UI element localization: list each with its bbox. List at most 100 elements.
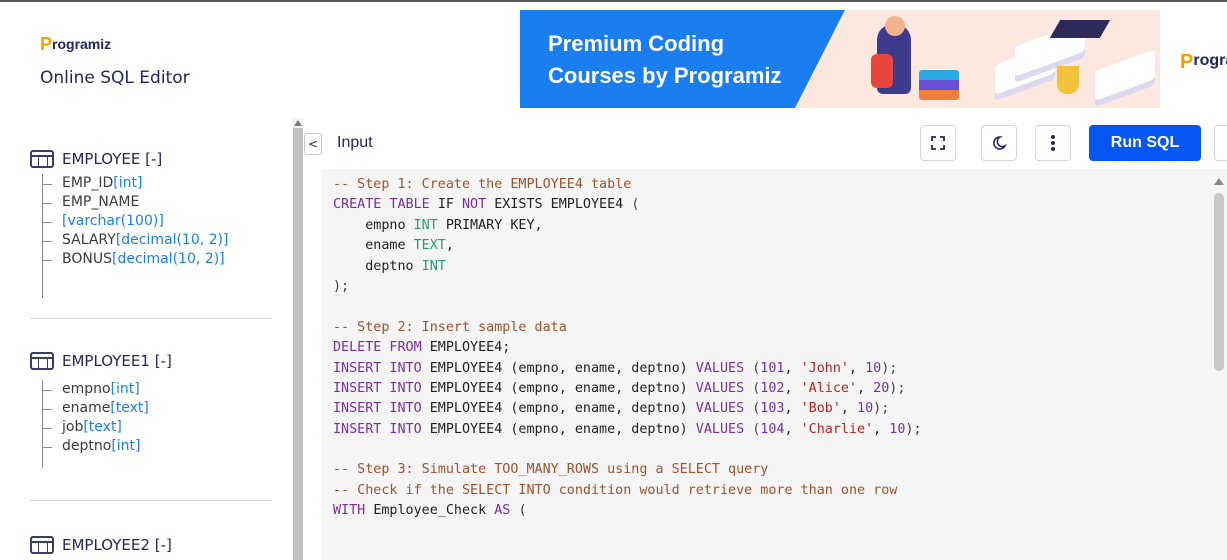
code-line[interactable]: INSERT INTO EMPLOYEE4 (empno, ename, dep…: [333, 379, 922, 399]
table-name: EMPLOYEE2 [-]: [62, 536, 172, 554]
top-border: [0, 0, 1227, 2]
code-line[interactable]: WITH Employee_Check AS (: [333, 501, 922, 521]
sidebar-scrollbar-thumb[interactable]: [293, 128, 303, 560]
code-token: VALUES: [695, 401, 753, 417]
code-editor[interactable]: -- Step 1: Create the EMPLOYEE4 table CRE…: [322, 169, 1212, 560]
column-item: BONUS[decimal(10, 2)]: [42, 250, 228, 269]
code-token: -- Check if the SELECT INTO condition wo…: [333, 482, 898, 498]
code-token: );: [881, 360, 898, 376]
editor-scrollbar-thumb[interactable]: [1214, 193, 1224, 371]
code-token: ,: [784, 401, 801, 417]
table-icon: [30, 150, 54, 168]
code-line[interactable]: [333, 440, 922, 460]
code-line[interactable]: -- Step 2: Insert sample data: [333, 318, 922, 338]
code-token: INSERT INTO: [333, 401, 430, 417]
code-token: -- Step 3: Simulate TOO_MANY_ROWS using …: [333, 462, 769, 478]
code-token: TEXT: [413, 238, 446, 254]
code-token: deptno: [333, 258, 422, 274]
code-token: (: [518, 503, 527, 519]
code-token: ,: [840, 401, 858, 417]
table-icon: [30, 352, 54, 370]
table-name: EMPLOYEE1 [-]: [62, 352, 172, 370]
dark-mode-button[interactable]: [981, 125, 1017, 161]
code-token: 10: [865, 360, 882, 376]
code-line[interactable]: -- Check if the SELECT INTO condition wo…: [333, 481, 922, 501]
column-item: EMP_NAME: [42, 193, 228, 212]
schema-sidebar: EMPLOYEE [-] EMP_ID[int] EMP_NAME [varch…: [0, 118, 293, 560]
section-divider: [30, 318, 272, 319]
code-line[interactable]: CREATE TABLE IF NOT EXISTS EMPLOYEE4 (: [333, 195, 922, 215]
column-item: ename[text]: [42, 399, 172, 418]
code-token: ,: [784, 421, 801, 437]
trophy-icon: [1057, 66, 1079, 94]
code-line[interactable]: -- Step 3: Simulate TOO_MANY_ROWS using …: [333, 460, 922, 480]
code-token: ,: [445, 238, 454, 254]
logo-text: rogramiz: [52, 36, 112, 52]
more-options-button[interactable]: [1035, 125, 1071, 161]
code-token: ,: [784, 380, 801, 396]
code-token: EMPLOYEE4;: [429, 340, 511, 356]
code-line[interactable]: ename TEXT,: [333, 236, 922, 256]
fullscreen-button[interactable]: [920, 125, 956, 161]
table-name: EMPLOYEE [-]: [62, 150, 163, 168]
table-employee2[interactable]: EMPLOYEE2 [-]: [30, 536, 172, 554]
code-token: INT: [413, 217, 446, 233]
programiz-logo[interactable]: P rogramiz: [40, 34, 112, 54]
code-token: Employee_Check: [373, 503, 495, 519]
code-lines[interactable]: -- Step 1: Create the EMPLOYEE4 table CRE…: [333, 175, 922, 522]
code-token: empno: [333, 217, 414, 233]
code-line[interactable]: deptno INT: [333, 257, 922, 277]
column-item: empno[int]: [42, 380, 172, 399]
ad-banner[interactable]: Premium Coding Courses by Programiz: [520, 10, 1160, 108]
code-token: 10: [889, 421, 906, 437]
code-token: );: [905, 421, 922, 437]
code-token: 'Charlie': [800, 421, 874, 437]
code-line[interactable]: INSERT INTO EMPLOYEE4 (empno, ename, dep…: [333, 420, 922, 440]
code-token: EMPLOYEE4 (empno, ename, deptno): [429, 401, 696, 417]
run-sql-button[interactable]: Run SQL: [1089, 125, 1201, 161]
tab-input[interactable]: Input: [337, 134, 373, 152]
code-token: VALUES: [695, 421, 753, 437]
table-employee1[interactable]: EMPLOYEE1 [-] empno[int] ename[text] job…: [30, 352, 172, 468]
code-line[interactable]: );: [333, 277, 922, 297]
code-token: INT: [421, 258, 446, 274]
code-token: IF: [437, 197, 462, 213]
code-token: -- Step 1: Create the EMPLOYEE4 table: [333, 177, 632, 192]
section-divider: [30, 500, 272, 501]
code-token: 103: [760, 401, 785, 417]
collapse-sidebar-button[interactable]: <: [304, 133, 322, 155]
scroll-up-arrow-icon[interactable]: [294, 120, 302, 126]
column-item: SALARY[decimal(10, 2)]: [42, 231, 228, 250]
code-line[interactable]: [333, 297, 922, 317]
code-token: ,: [873, 421, 890, 437]
table-employee[interactable]: EMPLOYEE [-] EMP_ID[int] EMP_NAME [varch…: [30, 150, 228, 298]
page-title: Online SQL Editor: [40, 68, 190, 88]
code-token: 101: [760, 360, 785, 376]
code-token: );: [889, 380, 906, 396]
code-line[interactable]: -- Step 1: Create the EMPLOYEE4 table: [333, 175, 922, 195]
ad-headline-line2: Courses by Programiz: [548, 63, 782, 88]
code-token: CREATE TABLE: [333, 197, 438, 213]
ad-illustration: [795, 10, 1160, 108]
code-token: ename: [333, 238, 414, 254]
scroll-up-arrow-icon[interactable]: [1214, 178, 1224, 185]
code-token: EMPLOYEE4 (empno, ename, deptno): [429, 380, 696, 396]
output-panel-toggle[interactable]: [1214, 125, 1227, 161]
code-line[interactable]: empno INT PRIMARY KEY,: [333, 216, 922, 236]
column-type-wrap: [varchar(100)]: [42, 212, 228, 231]
code-token: DELETE FROM: [333, 340, 430, 356]
code-token: INSERT INTO: [333, 421, 430, 437]
graduation-cap-icon: [1049, 20, 1111, 38]
code-token: -- Step 2: Insert sample data: [333, 319, 567, 335]
code-line[interactable]: INSERT INTO EMPLOYEE4 (empno, ename, dep…: [333, 399, 922, 419]
code-line[interactable]: INSERT INTO EMPLOYEE4 (empno, ename, dep…: [333, 359, 922, 379]
code-token: );: [873, 401, 890, 417]
code-token: 'Bob': [800, 401, 841, 417]
ad-brand-panel[interactable]: P rogramiz: [1160, 10, 1227, 108]
code-token: );: [333, 278, 350, 294]
ad-headline-line1: Premium Coding: [548, 31, 725, 56]
code-line[interactable]: DELETE FROM EMPLOYEE4;: [333, 338, 922, 358]
code-token: VALUES: [695, 360, 753, 376]
logo-initial: P: [40, 34, 53, 54]
more-options-icon: [1051, 135, 1055, 151]
